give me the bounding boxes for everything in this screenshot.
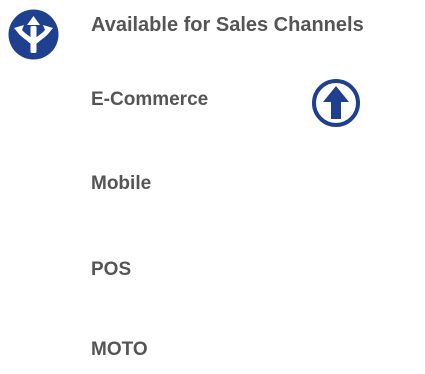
arrow-up-circle-icon[interactable] bbox=[311, 78, 361, 128]
channel-item-mobile: Mobile bbox=[91, 173, 152, 194]
channel-item-moto: MOTO bbox=[91, 339, 148, 360]
section-title: Available for Sales Channels bbox=[91, 14, 364, 36]
channel-item-ecommerce: E-Commerce bbox=[91, 89, 209, 110]
channel-item-pos: POS bbox=[91, 259, 132, 280]
split-arrows-icon bbox=[7, 8, 60, 61]
